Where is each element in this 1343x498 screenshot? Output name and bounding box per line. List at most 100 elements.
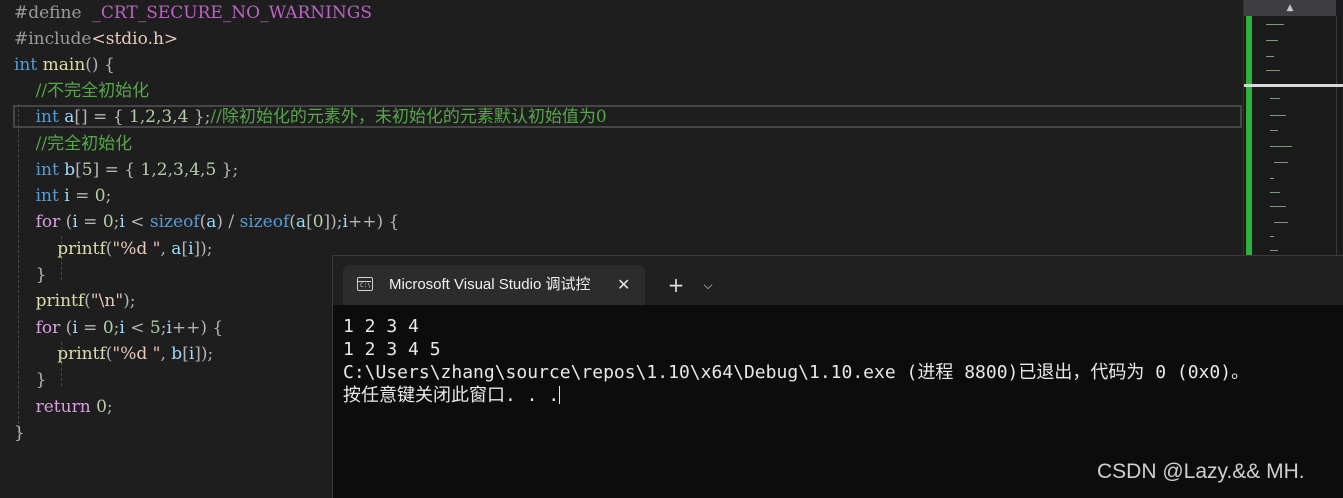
code-line: //不完全初始化 — [14, 78, 149, 104]
code-token: = — [69, 186, 95, 206]
code-token: } — [14, 370, 47, 390]
code-token: ]); — [194, 344, 214, 364]
code-token: main — [42, 55, 86, 75]
console-icon-text: C:\ — [360, 282, 371, 289]
code-token: int — [35, 107, 59, 127]
close-icon[interactable]: ✕ — [617, 265, 630, 305]
code-token: //完全初始化 — [14, 134, 133, 154]
tab-title: Microsoft Visual Studio 调试控 — [389, 276, 591, 293]
code-token: a — [64, 107, 75, 127]
code-token: 2 — [156, 160, 168, 180]
code-token: ( — [289, 212, 296, 232]
code-token: ( — [60, 318, 73, 338]
code-token: ( — [84, 291, 91, 311]
minimap-viewport-marker[interactable] — [1244, 84, 1343, 87]
minimap[interactable]: ▲ — [1243, 0, 1343, 255]
tab-debug-console[interactable]: C:\ Microsoft Visual Studio 调试控 ✕ — [343, 265, 645, 305]
code-token: = — [77, 318, 103, 338]
minimap-line — [1274, 162, 1288, 163]
minimap-line — [1270, 206, 1286, 207]
console-icon: C:\ — [357, 277, 373, 291]
code-token: ; — [106, 397, 113, 417]
code-token: //不完全初始化 — [14, 81, 150, 101]
code-token: [ — [306, 212, 313, 232]
code-token: printf — [57, 344, 106, 364]
code-token: 4 — [189, 160, 201, 180]
code-token: < — [124, 212, 150, 232]
minimap-line — [1270, 250, 1278, 251]
terminal-output[interactable]: 1 2 3 4 1 2 3 4 5 C:\Users\zhang\source\… — [343, 315, 1343, 407]
code-token: , — [160, 239, 172, 259]
minimap-line — [1266, 70, 1280, 71]
code-token: }; — [216, 160, 239, 180]
code-token: 3 — [161, 107, 173, 127]
minimap-scroll-up-icon[interactable]: ▲ — [1244, 0, 1336, 16]
code-line: printf("\n"); — [14, 288, 136, 314]
minimap-line — [1266, 56, 1274, 57]
code-token: b — [171, 344, 183, 364]
code-token: for — [35, 212, 61, 232]
code-line: for (i = 0;i < sizeof(a) / sizeof(a[0]);… — [14, 209, 400, 235]
minimap-line — [1270, 236, 1274, 237]
code-token: 0 — [94, 186, 106, 206]
code-token: a — [206, 212, 217, 232]
code-token: = — [77, 212, 103, 232]
minimap-line — [1266, 40, 1278, 41]
code-token: , — [160, 344, 172, 364]
code-token: a — [171, 239, 182, 259]
code-token: printf — [57, 239, 106, 259]
code-token: 5 — [205, 160, 217, 180]
chevron-down-icon[interactable]: ⌵ — [695, 265, 721, 305]
minimap-line — [1270, 178, 1274, 179]
code-token: 1 — [140, 160, 152, 180]
code-token: int — [14, 55, 38, 75]
code-token: [ — [75, 160, 82, 180]
code-line: } — [14, 262, 47, 288]
output-line: C:\Users\zhang\source\repos\1.10\x64\Deb… — [343, 362, 1250, 383]
code-token: } — [14, 423, 25, 443]
code-token: ++) { — [347, 212, 400, 232]
code-token: () { — [85, 55, 115, 75]
terminal-tab-bar: C:\ Microsoft Visual Studio 调试控 ✕ + ⌵ — [333, 256, 1343, 305]
minimap-line — [1270, 130, 1278, 131]
code-token: 3 — [172, 160, 184, 180]
code-token: for — [35, 318, 61, 338]
code-line: printf("%d ", a[i]); — [14, 236, 212, 262]
code-token: int — [35, 160, 59, 180]
code-token: ] = { — [92, 160, 141, 180]
code-token: <stdio.h> — [91, 29, 179, 49]
code-token: ++) { — [171, 318, 224, 338]
code-token: printf — [35, 291, 85, 311]
code-token: 1 — [128, 107, 140, 127]
code-token: b — [64, 160, 76, 180]
minimap-line — [1270, 146, 1292, 147]
code-token: 0 — [102, 318, 114, 338]
code-token: "%d " — [112, 239, 161, 259]
code-token: sizeof — [239, 212, 290, 232]
code-token: "%d " — [112, 344, 161, 364]
code-line: int b[5] = { 1,2,3,4,5 }; — [14, 157, 239, 183]
new-tab-button[interactable]: + — [661, 265, 691, 305]
code-line: int i = 0; — [14, 183, 112, 209]
code-token: } — [14, 265, 47, 285]
code-line: //完全初始化 — [14, 131, 132, 157]
code-token: _CRT_SECURE_NO_WARNINGS — [92, 3, 372, 23]
code-token: 0 — [102, 212, 114, 232]
output-line: 1 2 3 4 — [343, 316, 419, 337]
output-line-text: 按任意键关闭此窗口. . . — [343, 385, 560, 406]
code-line: } — [14, 367, 47, 393]
code-token: }; — [188, 107, 211, 127]
code-token: " — [90, 291, 99, 311]
code-token: ) / — [216, 212, 240, 232]
code-token: ( — [60, 212, 73, 232]
code-token: 0 — [96, 397, 107, 417]
code-line: #define _CRT_SECURE_NO_WARNINGS — [14, 0, 372, 26]
code-line: for (i = 0;i < 5;i++) { — [14, 315, 224, 341]
code-token: ]); — [323, 212, 343, 232]
text-cursor — [559, 386, 561, 404]
